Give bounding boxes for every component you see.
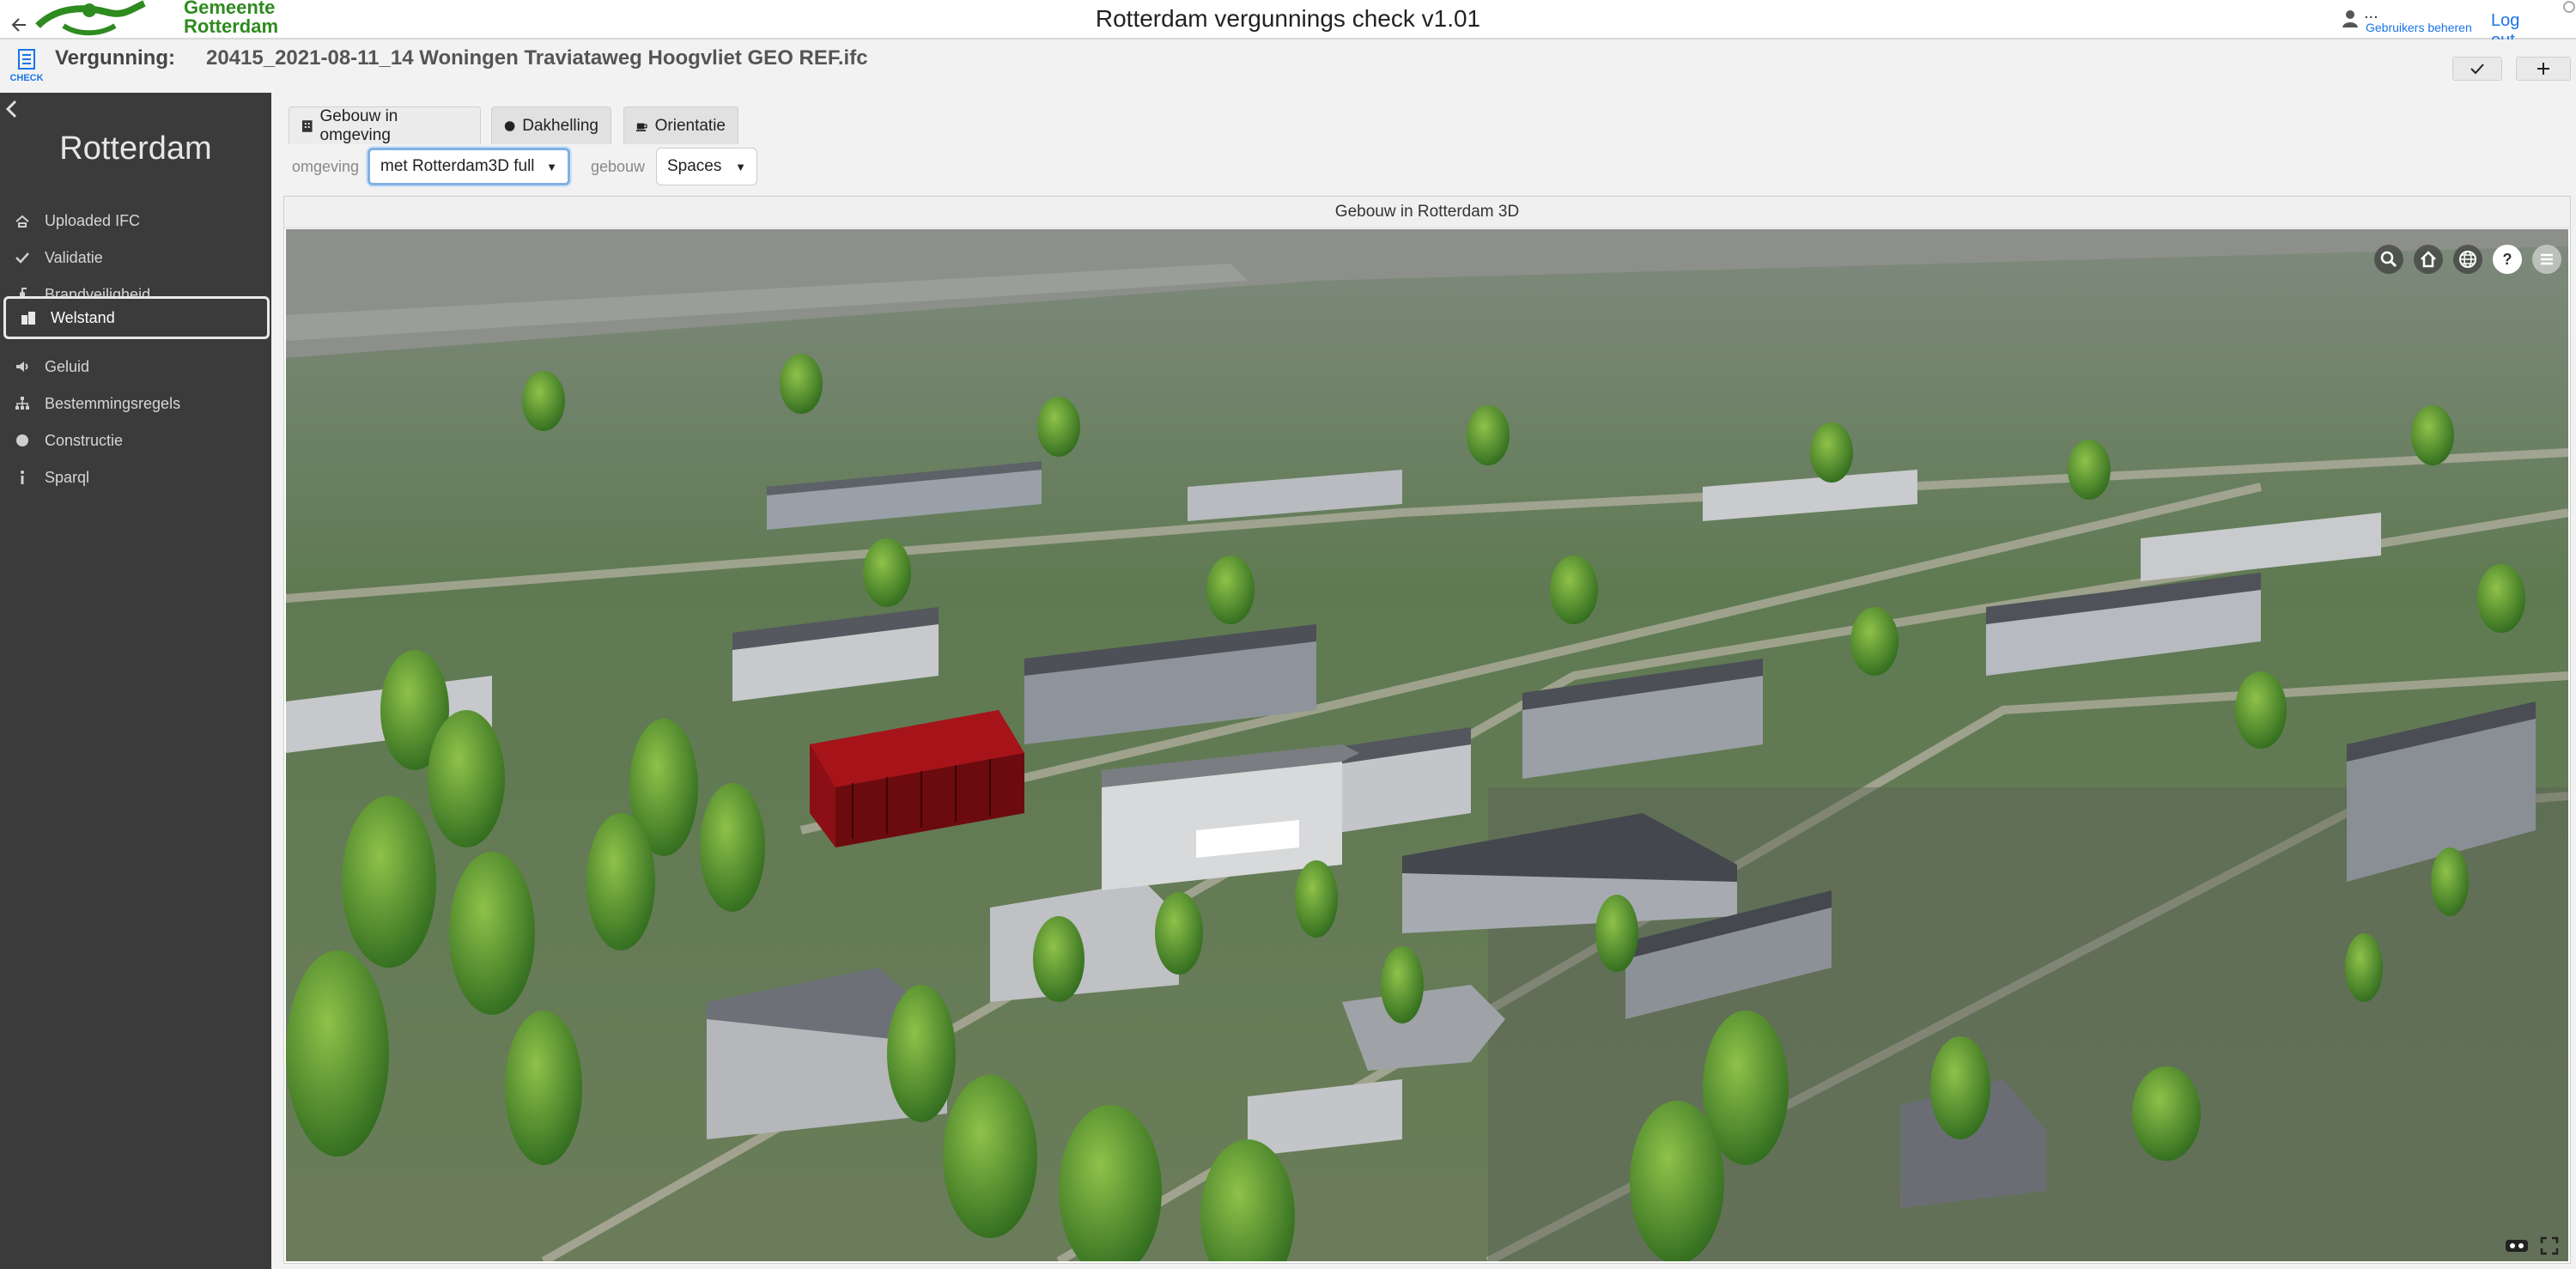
gebouw-label: gebouw <box>591 158 646 175</box>
sidebar-item-label: Welstand <box>51 308 115 326</box>
sidebar-item-label: Constructie <box>45 431 124 449</box>
sidebar-item-label: Geluid <box>45 357 90 375</box>
building-icon <box>301 119 313 132</box>
gebouw-select[interactable]: Spaces ▼ <box>656 148 757 185</box>
sidebar-item-label: Validatie <box>45 248 103 266</box>
users-manage-link[interactable]: Gebruikers beheren <box>2366 21 2472 34</box>
svg-text:?: ? <box>2503 251 2512 268</box>
add-button[interactable] <box>2516 57 2571 81</box>
omgeving-select-value: met Rotterdam3D full <box>380 157 535 175</box>
chevron-down-icon: ▼ <box>735 160 746 173</box>
gemeente-rotterdam-logo: Gemeente Rotterdam <box>29 0 278 38</box>
speaker-icon <box>0 348 45 386</box>
chevron-down-icon: ▼ <box>546 160 557 173</box>
vr-icon[interactable] <box>2505 1236 2529 1256</box>
user-menu: ... Gebruikers beheren Log out <box>2340 3 2546 50</box>
circle-icon <box>0 422 45 459</box>
app-title: Rotterdam vergunnings check v1.01 <box>1095 5 1481 32</box>
circle-icon <box>504 120 515 131</box>
sidebar-item-constructie[interactable]: Constructie <box>0 422 271 459</box>
omgeving-select[interactable]: met Rotterdam3D full ▼ <box>368 148 570 185</box>
coffee-icon <box>636 123 647 131</box>
tab-label: Orientatie <box>654 116 726 135</box>
help-icon[interactable]: ? <box>2493 245 2522 274</box>
logo-line-2: Rotterdam <box>184 15 279 37</box>
sidebar-title: Rotterdam <box>59 131 212 167</box>
permit-file-name: 20415_2021-08-11_14 Woningen Traviataweg… <box>206 46 868 70</box>
sidebar-item-label: Bestemmingsregels <box>45 394 181 412</box>
chevron-left-icon[interactable] <box>3 96 19 122</box>
viewer-panel: Gebouw in Rotterdam 3D ? <box>283 196 2571 1264</box>
check-logo-text: CHECK <box>9 73 43 83</box>
cesium-3d-viewer[interactable]: ? <box>286 229 2568 1261</box>
sidebar-item-welstand[interactable]: Welstand <box>3 296 270 339</box>
approve-button[interactable] <box>2452 57 2502 81</box>
sitemap-icon <box>0 385 45 422</box>
plus-icon <box>2537 63 2549 75</box>
sidebar-item-validatie[interactable]: Validatie <box>0 239 271 276</box>
sidebar-item-geluid[interactable]: Geluid <box>0 348 271 386</box>
info-icon <box>0 458 45 496</box>
omgeving-label: omgeving <box>292 158 360 175</box>
check-icon <box>0 239 45 276</box>
sidebar-item-label: Sparql <box>45 468 90 486</box>
viewer-bottom-controls <box>2505 1236 2561 1256</box>
upload-icon <box>0 202 45 240</box>
sidebar-item-label: Uploaded IFC <box>45 211 141 229</box>
tab-label: Gebouw in omgeving <box>319 106 398 144</box>
check-building-icon: CHECK <box>9 49 44 83</box>
top-header: Gemeente Rotterdam Rotterdam vergunnings… <box>0 0 2576 50</box>
sidebar-item-uploaded-ifc[interactable]: Uploaded IFC <box>0 202 271 240</box>
search-icon[interactable] <box>2374 245 2403 274</box>
tab-dakhelling[interactable]: Dakhelling <box>491 106 611 144</box>
check-logo: CHECK <box>7 46 46 84</box>
menu-icon[interactable] <box>2532 245 2561 274</box>
viewer-toolbar: ? <box>2374 245 2561 274</box>
globe-icon[interactable] <box>2453 245 2482 274</box>
user-icon[interactable] <box>2340 9 2360 29</box>
settings-icon[interactable] <box>2562 0 2576 14</box>
permit-label: Vergunning: <box>55 46 175 70</box>
tab-orientatie[interactable]: Orientatie <box>623 106 738 144</box>
sidebar: Rotterdam Uploaded IFC Validatie Brandve… <box>0 93 271 1269</box>
check-icon <box>2470 64 2484 75</box>
permit-bar: CHECK Vergunning: 20415_2021-08-11_14 Wo… <box>0 39 2576 91</box>
logo-text: Gemeente Rotterdam <box>184 0 278 36</box>
sidebar-item-sparql[interactable]: Sparql <box>0 458 271 496</box>
tab-gebouw-in-omgeving[interactable]: Gebouw in omgeving <box>289 106 481 144</box>
sidebar-item-bestemmingsregels[interactable]: Bestemmingsregels <box>0 385 271 422</box>
fullscreen-icon[interactable] <box>2537 1236 2561 1256</box>
gebouw-select-value: Spaces <box>667 157 722 175</box>
tab-label: Dakhelling <box>522 116 598 135</box>
3d-city-scene[interactable] <box>286 229 2568 1261</box>
viewer-title: Gebouw in Rotterdam 3D <box>284 197 2570 228</box>
home-icon[interactable] <box>2414 245 2443 274</box>
buildings-icon <box>6 299 51 337</box>
lion-logo-icon <box>35 0 146 36</box>
logo-line-1: Gemeente <box>184 0 276 18</box>
